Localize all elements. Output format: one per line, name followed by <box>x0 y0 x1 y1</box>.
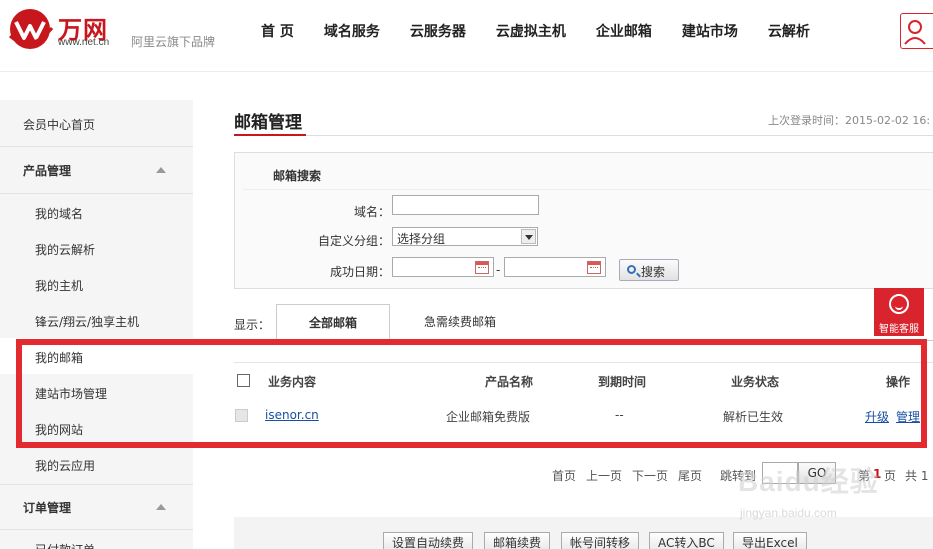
row-domain-link[interactable]: isenor.cn <box>265 408 319 422</box>
title-underline <box>234 134 306 136</box>
logo-icon[interactable] <box>6 6 56 52</box>
pager-jump-label: 跳转到 <box>720 469 757 483</box>
group-label: 自定义分组： <box>317 234 390 248</box>
sidebar-item-hosts[interactable]: 我的主机 <box>0 266 193 302</box>
search-icon <box>627 265 636 274</box>
title-divider <box>234 135 933 136</box>
headset-icon <box>889 294 909 314</box>
select-all-checkbox[interactable] <box>237 374 250 387</box>
tabs-label: 显示： <box>234 318 271 332</box>
domain-input[interactable] <box>392 195 539 215</box>
column-header-actions: 操作 <box>886 375 911 389</box>
pager-next[interactable]: 下一页 <box>632 467 668 484</box>
tab-renewal-due[interactable]: 急需续费邮箱 <box>390 304 530 341</box>
sidebar-item-domains[interactable]: 我的域名 <box>0 194 193 230</box>
page-prefix: 第 <box>858 469 871 483</box>
logo-slogan: 阿里云旗下品牌 <box>131 35 216 49</box>
user-account-button[interactable] <box>900 13 933 49</box>
nav-site-market[interactable]: 建站市场 <box>667 22 753 42</box>
column-header-service: 业务内容 <box>268 375 317 389</box>
mailbox-renew-button[interactable]: 邮箱续费 <box>484 532 551 549</box>
sidebar-group-products[interactable]: 产品管理 <box>0 148 193 194</box>
pager-first[interactable]: 首页 <box>552 467 576 484</box>
pager-last[interactable]: 尾页 <box>678 467 702 484</box>
sidebar-item-websites[interactable]: 我的网站 <box>0 410 193 446</box>
nav-cloud-server[interactable]: 云服务器 <box>395 22 481 42</box>
pager-prev[interactable]: 上一页 <box>586 467 622 484</box>
sidebar-item-dedicated-hosts[interactable]: 锋云/翔云/独享主机 <box>0 302 193 338</box>
go-button[interactable]: GO <box>798 462 836 484</box>
nav-home[interactable]: 首 页 <box>246 22 309 42</box>
nav-domain-service[interactable]: 域名服务 <box>309 22 395 42</box>
calendar-icon[interactable] <box>587 261 601 274</box>
manage-link[interactable]: 管理 <box>896 408 920 425</box>
column-header-status: 业务状态 <box>731 375 780 389</box>
row-status: 解析已生效 <box>723 410 784 424</box>
sidebar-item-cloud-apps[interactable]: 我的云应用 <box>0 446 193 482</box>
sidebar-item-mailbox[interactable]: 我的邮箱 <box>0 338 193 374</box>
sidebar-item-member-home[interactable]: 会员中心首页 <box>0 100 193 147</box>
tab-all-mailboxes[interactable]: 全部邮箱 <box>276 304 390 341</box>
row-product-name: 企业邮箱免费版 <box>446 410 531 424</box>
logo-url: www.net.cn <box>58 37 110 48</box>
dropdown-arrow-icon[interactable] <box>521 229 536 244</box>
sidebar-item-paid-orders[interactable]: 已付款订单 <box>0 530 193 549</box>
date-separator: - <box>496 263 501 277</box>
account-transfer-button[interactable]: 帐号间转移 <box>561 532 640 549</box>
last-login-time: 上次登录时间：2015-02-02 16: <box>768 114 931 127</box>
domain-label: 域名： <box>353 205 390 219</box>
row-checkbox[interactable] <box>235 409 248 422</box>
user-icon <box>904 20 926 45</box>
row-expiry: -- <box>615 408 624 422</box>
search-panel: 邮箱搜索 域名： 自定义分组： 选择分组 成功日期： - 搜索 <box>234 152 933 289</box>
search-divider <box>243 189 931 190</box>
auto-renew-button[interactable]: 设置自动续费 <box>383 532 474 549</box>
nav-cloud-dns[interactable]: 云解析 <box>753 22 825 42</box>
page-suffix: 页 <box>884 469 897 483</box>
ac-to-bc-button[interactable]: AC转入BC <box>649 532 724 549</box>
current-page: 1 <box>873 467 882 481</box>
nav-enterprise-mail[interactable]: 企业邮箱 <box>581 22 667 42</box>
export-excel-button[interactable]: 导出Excel <box>733 532 807 549</box>
sidebar-item-site-market[interactable]: 建站市场管理 <box>0 374 193 410</box>
column-header-product: 产品名称 <box>485 375 534 389</box>
smart-service-button[interactable]: 智能客服 <box>874 288 924 336</box>
sidebar: 会员中心首页 产品管理 我的域名 我的云解析 我的主机 锋云/翔云/独享主机 我… <box>0 100 193 549</box>
search-button[interactable]: 搜索 <box>619 259 679 281</box>
page-number-input[interactable] <box>762 462 798 484</box>
sidebar-group-orders[interactable]: 订单管理 <box>0 484 193 530</box>
main-nav: 首 页 域名服务 云服务器 云虚拟主机 企业邮箱 建站市场 云解析 <box>246 22 825 42</box>
page-title: 邮箱管理 <box>234 113 302 133</box>
column-header-expiry: 到期时间 <box>598 375 647 389</box>
nav-virtual-host[interactable]: 云虚拟主机 <box>481 22 581 42</box>
total-pages: 共 1 <box>905 469 929 483</box>
caret-up-icon <box>156 504 166 510</box>
sidebar-item-cloud-dns[interactable]: 我的云解析 <box>0 230 193 266</box>
calendar-icon[interactable] <box>475 261 489 274</box>
caret-up-icon <box>156 167 166 173</box>
search-panel-title: 邮箱搜索 <box>273 169 322 183</box>
date-label: 成功日期： <box>329 265 390 279</box>
top-header: 万网 www.net.cn 阿里云旗下品牌 首 页 域名服务 云服务器 云虚拟主… <box>0 0 933 72</box>
table-top-divider <box>234 362 933 363</box>
upgrade-link[interactable]: 升级 <box>865 408 889 425</box>
group-select[interactable]: 选择分组 <box>392 227 538 246</box>
